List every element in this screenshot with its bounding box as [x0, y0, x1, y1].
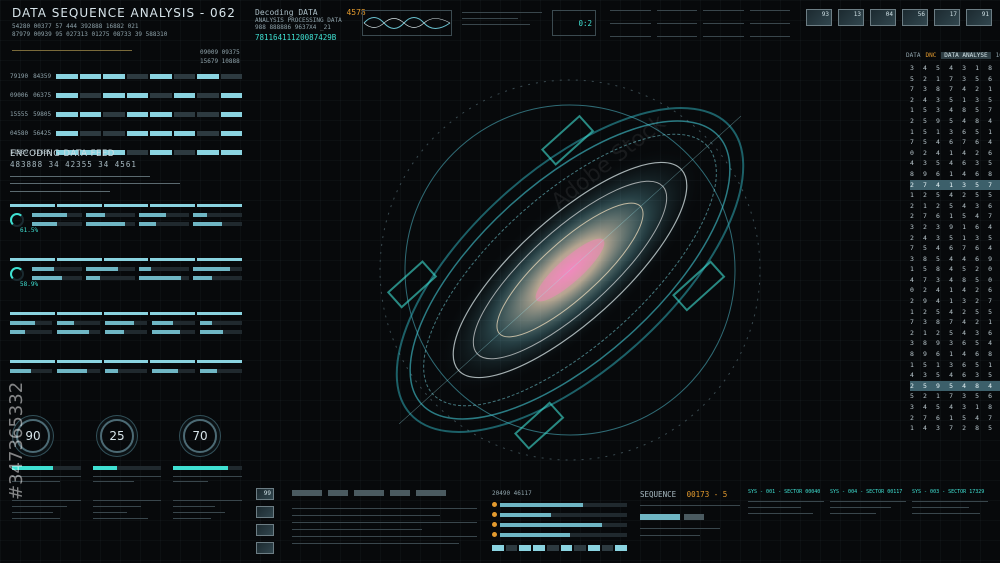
- thumb[interactable]: [256, 506, 274, 518]
- decoding-label: Decoding DATA: [255, 8, 318, 17]
- bottom-chip-grid: [292, 490, 477, 544]
- page-title: DATA SEQUENCE ANALYSIS - 062: [12, 6, 236, 20]
- sequence-value: 00173 - 5: [686, 490, 728, 499]
- list-value: 04580: [10, 130, 29, 137]
- watermark-id: #347365332: [6, 381, 27, 500]
- tile[interactable]: 13: [838, 9, 864, 26]
- stats-block-4: [10, 360, 242, 373]
- encoding-label: ENCODING DATA FEED: [10, 149, 115, 159]
- top-mini-bars: [462, 12, 542, 25]
- divider: [10, 191, 110, 192]
- list-item[interactable]: 15555 59805: [10, 105, 242, 124]
- list-value: 59805: [33, 111, 52, 118]
- right-code-1: 09009 09375: [200, 49, 240, 56]
- counter-box: 0:2: [552, 10, 596, 36]
- left-data-list: 79190 84359 09006 06375 15555 59805 0458…: [10, 67, 242, 162]
- gauge-percent: 58.9%: [20, 281, 39, 288]
- header-bar: [10, 204, 242, 207]
- encoding-code: 483888 34 42355 34 4561: [10, 160, 137, 169]
- list-value: 84359: [33, 73, 52, 80]
- gauge-detail-rows: [12, 466, 242, 482]
- bottom-progress: 20490 46117: [492, 490, 628, 551]
- thumb-column: 99: [256, 488, 274, 554]
- list-item[interactable]: 04580 56425: [10, 124, 242, 143]
- bottom-code: 20490 46117: [492, 490, 532, 497]
- sequence-panel: SEQUENCE 00173 - 5: [640, 490, 740, 536]
- list-value: 79190: [10, 73, 29, 80]
- tile[interactable]: 91: [966, 9, 992, 26]
- list-item[interactable]: 79190 84359: [10, 67, 242, 86]
- stats-block-1: 61.5%: [10, 204, 242, 234]
- sequence-label: SEQUENCE: [640, 490, 677, 499]
- level-bar: [56, 131, 242, 136]
- list-value: 09006: [10, 92, 29, 99]
- thumb[interactable]: 99: [256, 488, 274, 500]
- tile[interactable]: 56: [902, 9, 928, 26]
- level-bar: [56, 74, 242, 79]
- sys-panels: SYS - 001 - SECTOR 00040 SYS - 004 - SEC…: [748, 489, 988, 514]
- decoding-big-code: 78116411120087429B: [255, 33, 337, 42]
- progress-dial-icon: [10, 213, 24, 227]
- stats-block-3: [10, 312, 242, 334]
- gauge-25: 25: [100, 419, 134, 453]
- list-value: 06375: [33, 92, 52, 99]
- right-code-2: 15679 10888: [200, 58, 240, 65]
- thumb[interactable]: [256, 524, 274, 536]
- sys-label: SYS - 003 - SECTOR 17329: [912, 489, 985, 495]
- tile[interactable]: 04: [870, 9, 896, 26]
- sys-label: SYS - 004 - SECTOR 00117: [830, 489, 903, 495]
- progress-dial-icon: [10, 267, 24, 281]
- gauge-bottom-lines: [12, 500, 242, 519]
- right-header: DATA DNC DATA ANALYSE 109: [906, 52, 1000, 59]
- top-tick-grid: [610, 10, 790, 37]
- stats-block-2: 58.9%: [10, 258, 242, 288]
- right-number-grid: 3 4 5 4 3 1 8 5 45 2 1 7 3 5 6 2 17 3 8 …: [910, 63, 1000, 434]
- header-row-2: 87979 00939 95 027313 01275 08733 39 588…: [12, 31, 168, 38]
- waveform-graph: [362, 10, 452, 36]
- sys-label: SYS - 001 - SECTOR 00040: [748, 489, 821, 495]
- thumb[interactable]: [256, 542, 274, 554]
- header-bar: [10, 360, 242, 363]
- hologram-visual: [379, 79, 761, 461]
- tile[interactable]: 93: [806, 9, 832, 26]
- tile[interactable]: 17: [934, 9, 960, 26]
- list-value: 56425: [33, 130, 52, 137]
- level-bar: [56, 112, 242, 117]
- gauge-percent: 61.5%: [20, 227, 39, 234]
- header-row-1: 54280 00377 57 444 392888 16882 021: [12, 23, 139, 30]
- list-item[interactable]: 09006 06375: [10, 86, 242, 105]
- header-bar: [10, 312, 242, 315]
- decoding-panel: Decoding DATA 4578 ANALYSIS PROCESSING D…: [255, 8, 366, 42]
- divider: [12, 50, 132, 51]
- divider: [10, 183, 180, 184]
- list-value: 15555: [10, 111, 29, 118]
- bottom-seg-bar: [492, 545, 628, 551]
- divider: [10, 176, 150, 177]
- decoding-code: 988 888886 9637X4 _21: [255, 24, 331, 31]
- top-tiles: 93 13 04 56 17 91: [806, 9, 992, 26]
- header-bar: [10, 258, 242, 261]
- decoding-sub: ANALYSIS PROCESSING DATA: [255, 17, 342, 24]
- gauge-70: 70: [183, 419, 217, 453]
- level-bar: [56, 93, 242, 98]
